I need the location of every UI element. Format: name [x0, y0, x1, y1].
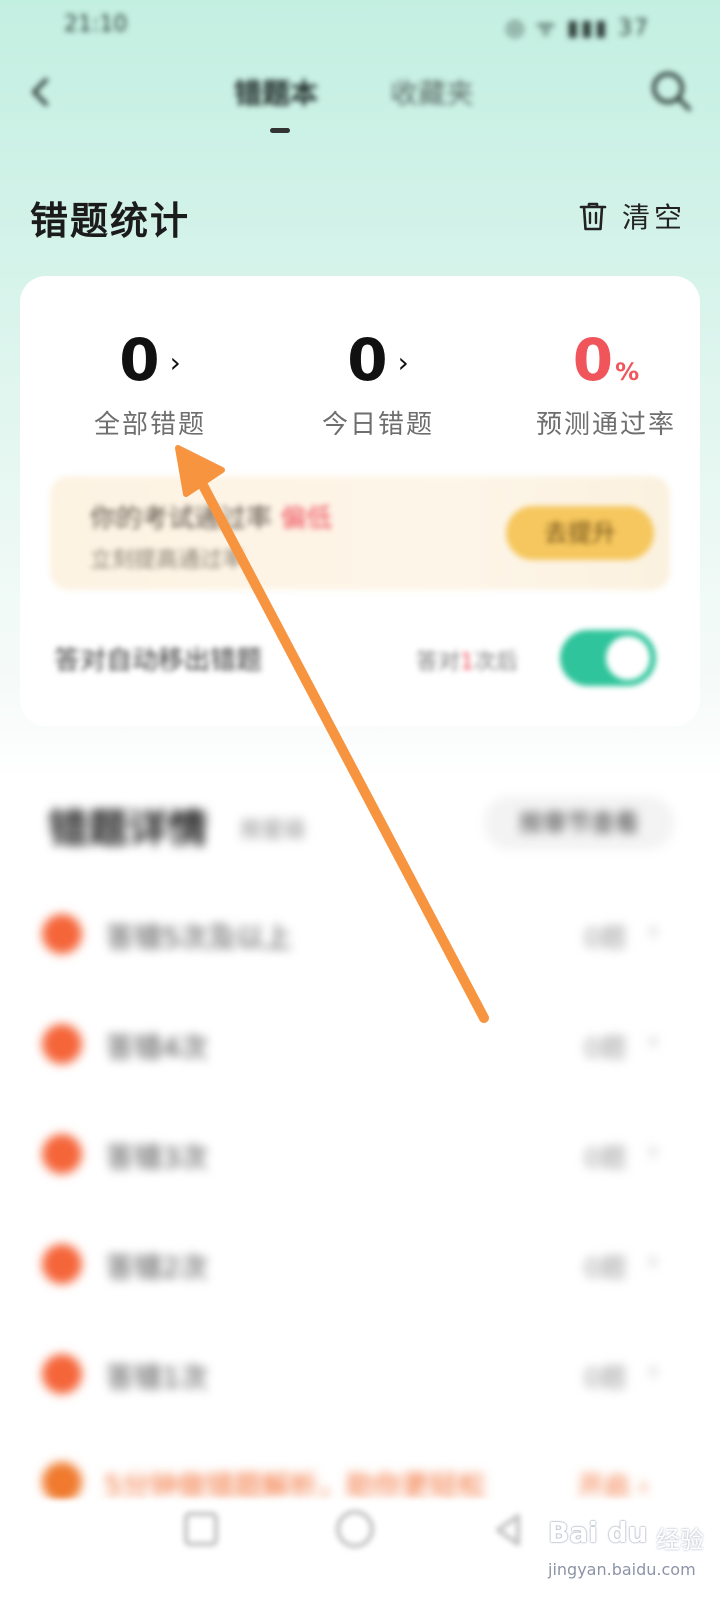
clear-button[interactable]: 清空 — [578, 196, 686, 236]
stat-all-value: 0 — [119, 326, 160, 394]
auto-remove-label: 答对自动移出错题 — [54, 646, 263, 676]
clear-label: 清空 — [622, 201, 687, 234]
list-item-label: 答错4次 — [106, 1031, 208, 1064]
watermark-logo: Bai du — [548, 1516, 648, 1549]
list-dot-icon — [42, 1134, 82, 1174]
stats-section-title: 错题统计 — [30, 198, 191, 243]
tab-wrong-questions[interactable]: 错题本 — [234, 72, 318, 112]
stat-pass-rate: 0 % 预测通过率 — [496, 326, 716, 441]
list-item-label: 答错5次及以上 — [106, 921, 292, 954]
home-icon[interactable] — [336, 1510, 374, 1548]
chevron-right-icon: › — [648, 1136, 659, 1166]
status-time: 21:10 — [64, 12, 128, 37]
bottom-banner-action[interactable]: 开启 › — [578, 1466, 649, 1503]
trash-icon — [578, 200, 608, 232]
status-icons: ◎ ᯤ ▮▮▮ 37 — [505, 16, 650, 41]
list-item[interactable]: 答错5次及以上 0题 › — [0, 890, 720, 980]
watermark-cn: 经验 — [656, 1526, 704, 1554]
chevron-right-icon: › — [648, 1246, 659, 1276]
promo-line1: 你的考试通过率 偏低 — [90, 498, 332, 535]
chevron-right-icon: › — [648, 1026, 659, 1056]
stats-card: 0 › 全部错题 0 › 今日错题 0 % 预测通过率 你的考试通过率 偏低 立… — [20, 276, 700, 726]
nav-back-icon[interactable] — [488, 1510, 528, 1550]
stat-today-wrong[interactable]: 0 › 今日错题 — [268, 326, 488, 441]
tab-favorites[interactable]: 收藏夹 — [390, 72, 474, 112]
list-item[interactable]: 答错1次 0题 › — [0, 1330, 720, 1420]
promo-line1-text: 你的考试通过率 — [90, 504, 281, 534]
auto-remove-hint-count: 1 — [460, 650, 475, 675]
baidu-jingyan-watermark: Bai du 经验 jingyan.baidu.com — [548, 1516, 708, 1586]
auto-remove-hint: 答对1次后 — [416, 644, 518, 676]
improve-button[interactable]: 去提升 — [506, 506, 654, 560]
status-bar: 21:10 ◎ ᯤ ▮▮▮ 37 — [0, 0, 720, 52]
details-section-title: 错题详情 — [48, 806, 208, 852]
list-dot-icon — [42, 914, 82, 954]
chevron-right-icon: › — [169, 346, 181, 379]
stat-rate-value: 0 — [572, 326, 614, 394]
view-by-chapter-button[interactable]: 按章节查看 — [484, 796, 674, 850]
stat-all-label: 全部错题 — [93, 410, 206, 440]
stat-rate-unit: % — [615, 358, 640, 386]
stat-today-value: 0 — [347, 326, 388, 394]
list-item-count: 0题 — [584, 1254, 627, 1284]
list-dot-icon — [42, 1354, 82, 1394]
list-item-label: 答错3次 — [106, 1141, 208, 1174]
list-item-count: 0题 — [584, 1364, 627, 1394]
promo-line2: 立刻提高通过率 — [90, 548, 245, 573]
chevron-right-icon: › — [648, 1356, 659, 1386]
stat-today-label: 今日错题 — [321, 410, 434, 440]
toggle-knob — [606, 636, 650, 680]
search-icon[interactable] — [648, 68, 694, 114]
pass-rate-promo-banner[interactable]: 你的考试通过率 偏低 立刻提高通过率 去提升 — [50, 476, 670, 590]
watermark-url: jingyan.baidu.com — [548, 1560, 696, 1579]
list-dot-icon — [42, 1024, 82, 1064]
list-item[interactable]: 答错3次 0题 › — [0, 1110, 720, 1200]
auto-remove-toggle[interactable] — [560, 630, 656, 686]
back-arrow-icon[interactable] — [20, 70, 64, 114]
list-item-label: 答错2次 — [106, 1251, 208, 1284]
list-item[interactable]: 答错4次 0题 › — [0, 1000, 720, 1090]
list-item[interactable]: 答错2次 0题 › — [0, 1220, 720, 1310]
promo-highlight: 偏低 — [280, 504, 333, 534]
list-item-count: 0题 — [584, 1144, 627, 1174]
active-tab-indicator — [270, 128, 290, 133]
details-subtitle: 按星级 — [240, 818, 307, 843]
stat-all-wrong[interactable]: 0 › 全部错题 — [40, 326, 260, 441]
stat-rate-label: 预测通过率 — [535, 410, 676, 440]
list-item-count: 0题 — [584, 924, 627, 954]
bottom-banner-text: 5分钟做错题解析，助你更轻松 — [104, 1469, 486, 1502]
list-item-count: 0题 — [584, 1034, 627, 1064]
chevron-right-icon: › — [397, 346, 409, 379]
auto-remove-hint-prefix: 答对 — [416, 650, 461, 675]
recent-apps-icon[interactable] — [184, 1512, 218, 1546]
auto-remove-hint-suffix: 次后 — [474, 650, 519, 675]
list-dot-icon — [42, 1244, 82, 1284]
chevron-right-icon: › — [648, 916, 659, 946]
list-item-label: 答错1次 — [106, 1361, 208, 1394]
banner-icon — [42, 1462, 82, 1502]
